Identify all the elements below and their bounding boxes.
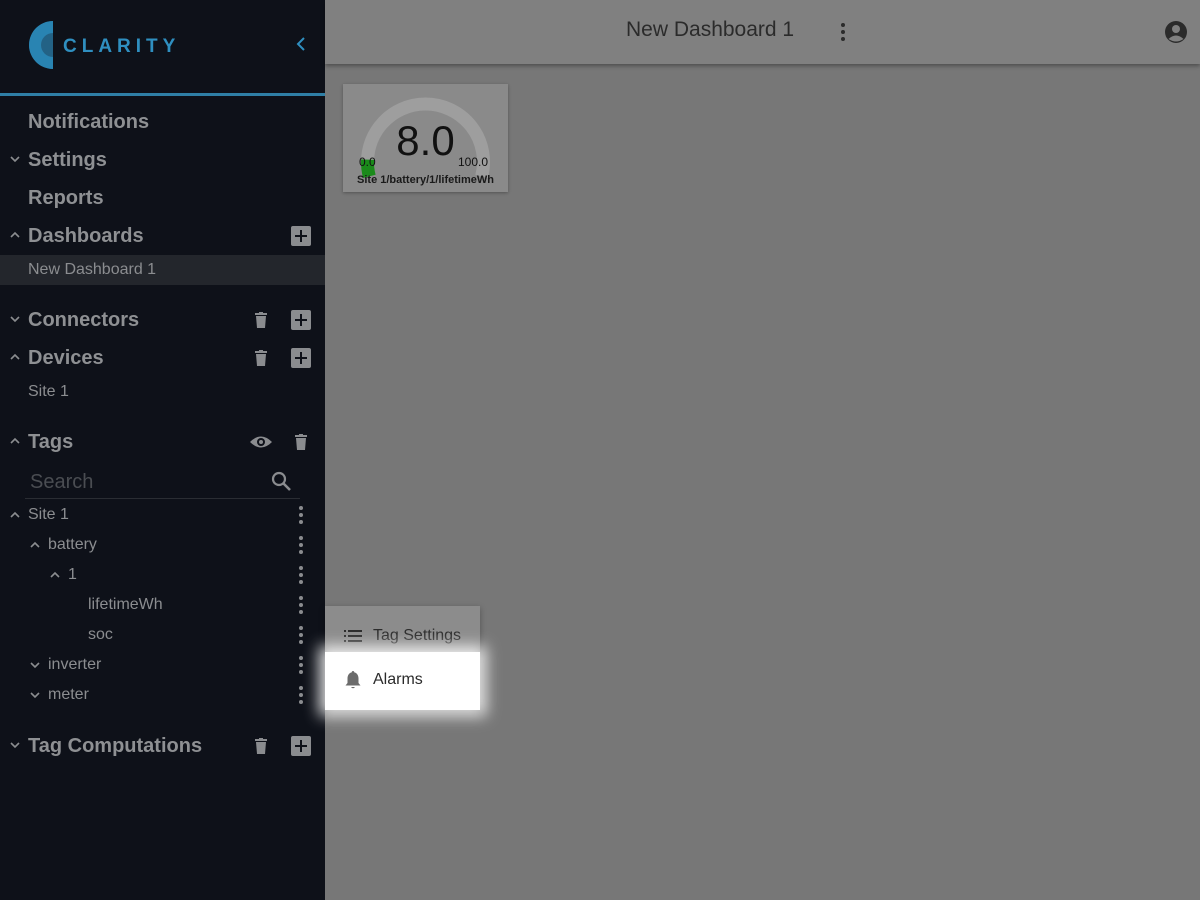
delete-connectors-icon[interactable] — [251, 310, 271, 330]
chevron-down-icon — [10, 156, 20, 163]
page-title: New Dashboard 1 — [626, 18, 795, 41]
delete-tags-icon[interactable] — [291, 432, 311, 452]
nav-devices[interactable]: Devices — [0, 339, 325, 377]
chevron-up-icon — [50, 571, 60, 578]
tree-node-label: soc — [88, 626, 113, 643]
more-vert-icon[interactable] — [291, 684, 311, 706]
delete-devices-icon[interactable] — [251, 348, 271, 368]
chevron-up-icon — [30, 541, 40, 548]
more-vert-icon[interactable] — [291, 624, 311, 646]
bell-icon — [345, 671, 361, 689]
sidebar: CLARITY Notifications Settings Reports D… — [0, 0, 325, 900]
tree-node-soc[interactable]: soc — [0, 620, 325, 650]
eye-icon[interactable] — [249, 432, 273, 452]
nav-connectors[interactable]: Connectors — [0, 301, 325, 339]
more-vert-icon[interactable] — [291, 564, 311, 586]
menu-item-alarms[interactable]: Alarms — [325, 652, 480, 710]
device-item[interactable]: Site 1 — [0, 377, 325, 407]
nav-notifications-label: Notifications — [28, 111, 150, 133]
nav-dashboards[interactable]: Dashboards — [0, 217, 325, 255]
chevron-up-icon — [10, 231, 20, 238]
tree-node-battery[interactable]: battery — [0, 530, 325, 560]
nav-tags-label: Tags — [28, 431, 74, 453]
gauge-widget[interactable]: 8.0 0.0 100.0 Site 1/battery/1/lifetimeW… — [343, 84, 508, 192]
account-circle-icon[interactable] — [1164, 20, 1188, 44]
logo-area: CLARITY — [0, 0, 325, 96]
nav-dashboards-label: Dashboards — [28, 225, 144, 247]
nav-devices-label: Devices — [28, 347, 104, 369]
chevron-down-icon — [10, 316, 20, 323]
chevron-up-icon — [10, 437, 20, 444]
tree-node-inverter[interactable]: inverter — [0, 650, 325, 680]
nav-tags[interactable]: Tags — [0, 423, 325, 461]
menu-item-label: Alarms — [373, 671, 423, 688]
nav-tag-computations-label: Tag Computations — [28, 735, 203, 757]
tree-node-label: Site 1 — [28, 506, 69, 523]
list-icon — [344, 630, 362, 642]
more-vert-icon[interactable] — [291, 534, 311, 556]
nav-settings[interactable]: Settings — [0, 141, 325, 179]
delete-tag-computations-icon[interactable] — [251, 736, 271, 756]
gauge-min-label: 0.0 — [359, 155, 376, 169]
add-connector-button[interactable] — [291, 310, 311, 330]
chevron-down-icon — [30, 692, 40, 699]
tree-node-battery-1[interactable]: 1 — [0, 560, 325, 590]
nav-notifications[interactable]: Notifications — [0, 103, 325, 141]
more-vert-icon[interactable] — [833, 20, 853, 44]
nav-reports[interactable]: Reports — [0, 179, 325, 217]
collapse-sidebar-button[interactable] — [292, 32, 310, 56]
add-tag-computation-button[interactable] — [291, 736, 311, 756]
logo-text: CLARITY — [63, 36, 181, 57]
tag-search — [25, 462, 300, 499]
nav-settings-label: Settings — [28, 149, 107, 171]
more-vert-icon[interactable] — [291, 504, 311, 526]
add-dashboard-button[interactable] — [291, 226, 311, 246]
top-bar: New Dashboard 1 — [325, 0, 1200, 64]
gauge-tag-label: Site 1/battery/1/lifetimeWh — [357, 174, 494, 186]
tree-node-label: meter — [48, 686, 89, 703]
chevron-up-icon — [10, 353, 20, 360]
tree-node-label: battery — [48, 536, 97, 553]
chevron-left-icon — [296, 37, 305, 51]
more-vert-icon[interactable] — [291, 594, 311, 616]
more-vert-icon[interactable] — [291, 654, 311, 676]
search-icon[interactable] — [270, 470, 292, 492]
menu-item-label: Tag Settings — [373, 627, 462, 644]
tree-node-site[interactable]: Site 1 — [0, 500, 325, 530]
dashboard-item[interactable]: New Dashboard 1 — [0, 255, 325, 285]
gauge-max-label: 100.0 — [458, 155, 489, 169]
nav-reports-label: Reports — [28, 187, 104, 209]
device-item-label: Site 1 — [28, 383, 69, 400]
nav-tag-computations[interactable]: Tag Computations — [0, 727, 325, 765]
tree-node-lifetimewh[interactable]: lifetimeWh — [0, 590, 325, 620]
tag-search-input[interactable] — [28, 468, 262, 496]
add-device-button[interactable] — [291, 348, 311, 368]
nav-connectors-label: Connectors — [28, 309, 140, 331]
tree-node-label: lifetimeWh — [88, 596, 163, 613]
tree-node-meter[interactable]: meter — [0, 680, 325, 710]
chevron-down-icon — [30, 662, 40, 669]
tree-node-label: 1 — [68, 566, 77, 583]
dashboard-item-label: New Dashboard 1 — [28, 261, 157, 278]
chevron-down-icon — [10, 742, 20, 749]
tree-node-label: inverter — [48, 656, 102, 673]
chevron-up-icon — [10, 511, 20, 518]
